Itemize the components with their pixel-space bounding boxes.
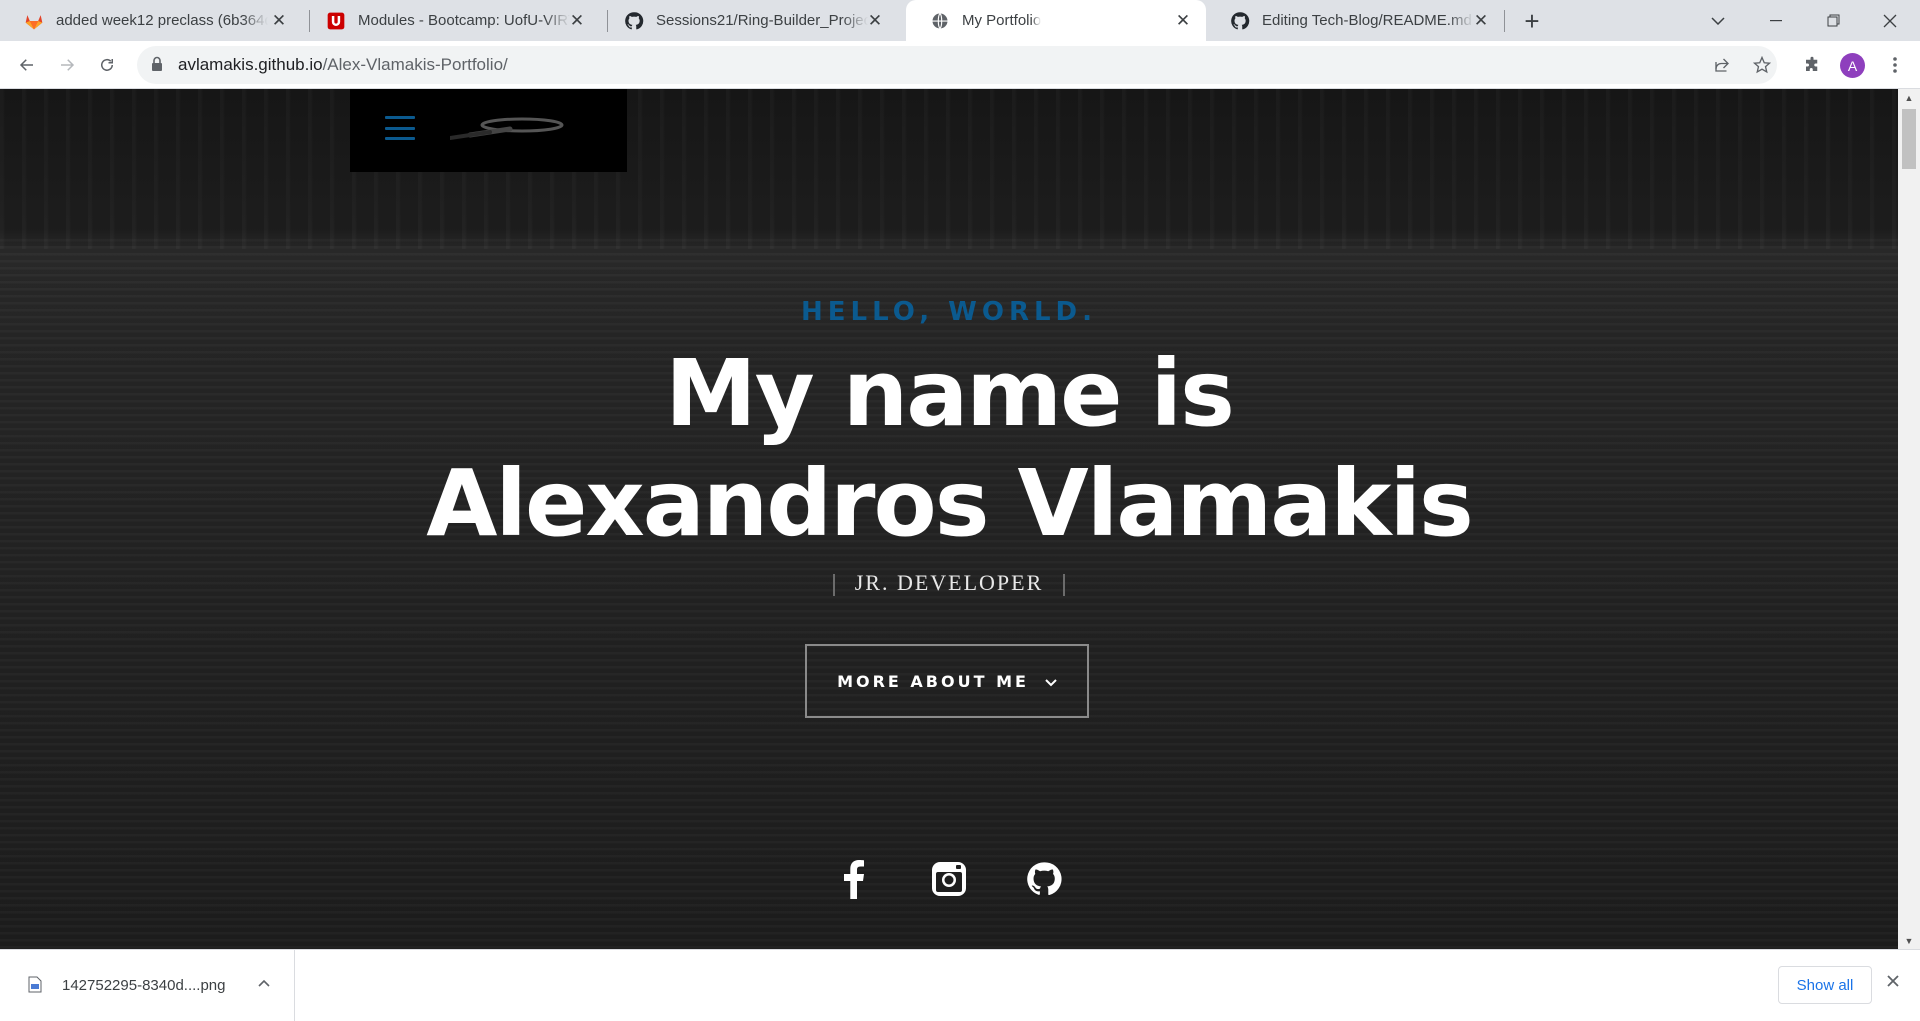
more-about-me-button[interactable]: MORE ABOUT ME [805,644,1089,718]
browser-toolbar: avlamakis.github.io/Alex-Vlamakis-Portfo… [0,41,1920,89]
headline-line-1: My name is [665,340,1235,447]
hero-pretitle: HELLO, WORLD. [800,297,1098,327]
close-icon[interactable]: ✕ [270,11,288,30]
instagram-icon[interactable] [902,854,997,904]
download-file-name: 142752295-8340d....png [62,977,226,994]
lock-icon[interactable] [151,56,163,77]
tab-search-icon[interactable] [1690,0,1746,41]
restore-button[interactable] [1805,0,1861,41]
tab-ring-builder[interactable]: Sessions21/Ring-Builder_Project ✕ [600,0,898,41]
social-links [0,854,1898,904]
close-icon[interactable]: ✕ [1472,11,1490,30]
chevron-up-icon[interactable] [257,976,271,995]
tab-strip: added week12 preclass (6b364dc ✕ Modules… [0,0,1920,41]
address-bar[interactable]: avlamakis.github.io/Alex-Vlamakis-Portfo… [137,46,1777,84]
site-logo[interactable] [448,116,570,151]
page-viewport: HELLO, WORLD. My name is Alexandros Vlam… [0,89,1898,949]
download-bar: 142752295-8340d....png Show all [0,949,1920,1021]
chevron-down-icon [1045,672,1057,691]
back-arrow-icon[interactable] [11,49,43,81]
scroll-thumb[interactable] [1902,109,1916,169]
github-icon[interactable] [997,854,1092,904]
image-file-icon [28,976,42,998]
close-icon[interactable] [1886,974,1900,993]
download-item[interactable]: 142752295-8340d....png [0,950,295,1021]
position-label: JR. DEVELOPER [854,570,1044,595]
gitlab-icon [24,11,44,31]
site-header [350,89,627,172]
university-u-icon [326,11,346,31]
close-window-button[interactable] [1862,0,1918,41]
globe-icon [930,11,950,31]
headline-line-2: Alexandros Vlamakis [426,450,1474,557]
show-all-button[interactable]: Show all [1778,966,1872,1004]
hamburger-menu-icon[interactable] [385,116,415,140]
github-icon [624,11,644,31]
minimize-button[interactable] [1748,0,1804,41]
github-icon [1230,11,1250,31]
new-tab-button[interactable]: + [1518,6,1546,36]
divider [832,573,835,596]
tab-separator [1504,10,1505,32]
bookmark-star-icon[interactable] [1750,53,1774,77]
tab-modules[interactable]: Modules - Bootcamp: UofU-VIRT ✕ [302,0,600,41]
close-icon[interactable]: ✕ [1174,11,1192,30]
scroll-up-arrow-icon[interactable]: ▲ [1898,89,1920,106]
share-icon[interactable] [1710,53,1734,77]
facebook-icon[interactable] [807,854,902,904]
close-icon[interactable]: ✕ [866,11,884,30]
url-text[interactable]: avlamakis.github.io/Alex-Vlamakis-Portfo… [178,55,508,75]
scroll-down-arrow-icon[interactable]: ▼ [1898,932,1920,949]
close-icon[interactable]: ✕ [568,11,586,30]
profile-avatar[interactable]: A [1840,53,1865,78]
hero-position: JR. DEVELOPER [0,570,1898,596]
divider [1063,573,1066,596]
more-about-me-label: MORE ABOUT ME [837,671,1029,691]
extensions-puzzle-icon[interactable] [1800,53,1824,77]
reload-icon[interactable] [91,49,123,81]
hero-headline: My name is Alexandros Vlamakis [0,339,1898,559]
page-scrollbar[interactable]: ▲ ▼ [1898,89,1920,949]
kebab-menu-icon[interactable] [1883,53,1907,77]
forward-arrow-icon[interactable] [51,49,83,81]
tab-gitlab[interactable]: added week12 preclass (6b364dc ✕ [0,0,302,41]
tab-tech-blog[interactable]: Editing Tech-Blog/README.md at ✕ [1206,0,1504,41]
tab-my-portfolio[interactable]: My Portfolio ✕ [906,0,1206,41]
